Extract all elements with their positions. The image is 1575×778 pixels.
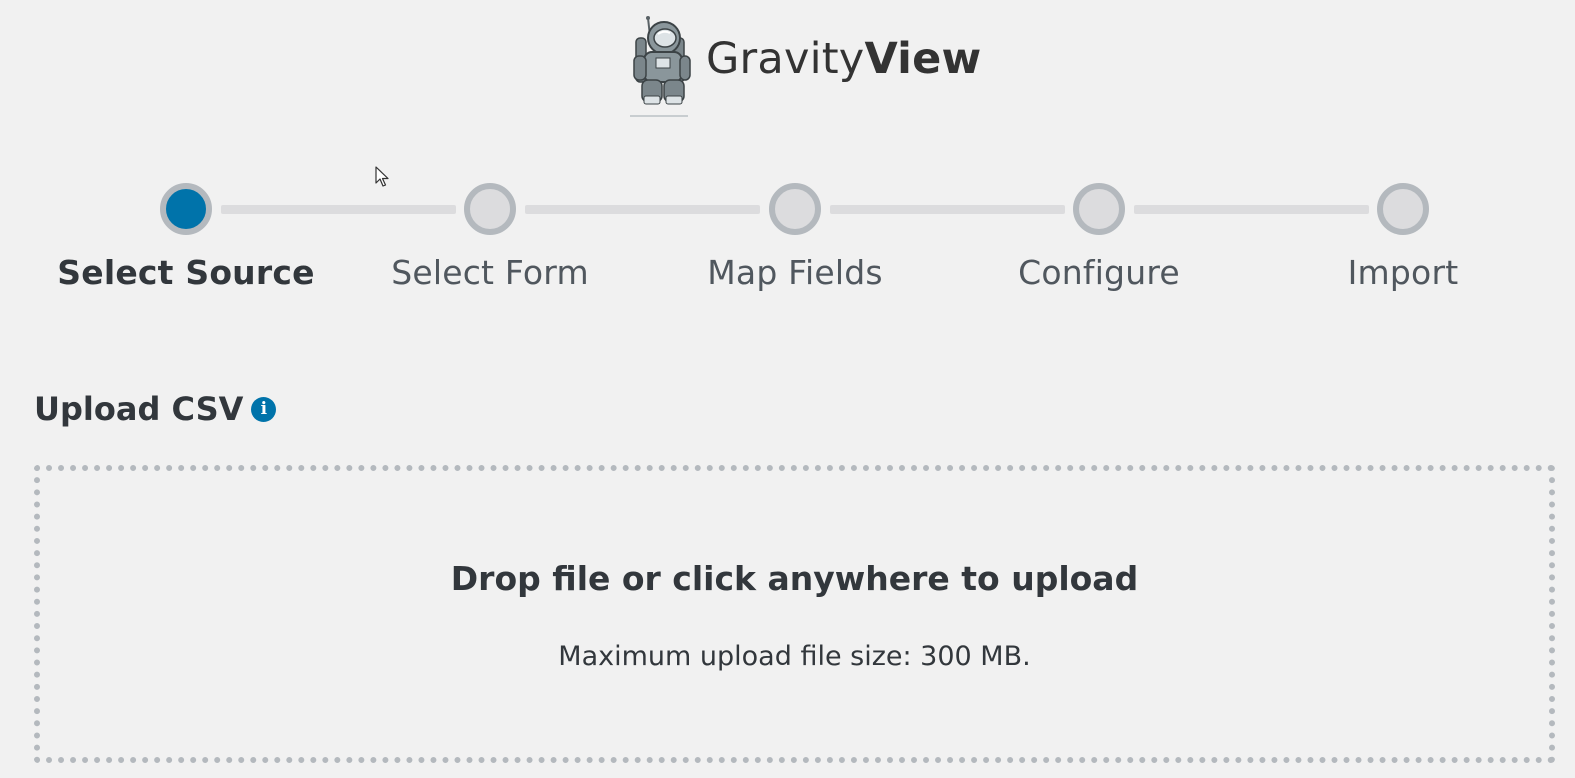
brand-name-bold: View [864, 34, 982, 84]
step-indicator [1073, 183, 1125, 235]
dropzone-title: Drop file or click anywhere to upload [450, 559, 1139, 598]
astronaut-logo-icon [628, 14, 692, 118]
step-label: Select Source [57, 253, 315, 292]
brand-name: GravityView [706, 38, 981, 81]
file-dropzone[interactable]: Drop file or click anywhere to upload Ma… [34, 465, 1555, 763]
step-indicator [464, 183, 516, 235]
step-import[interactable]: Import [1253, 180, 1553, 292]
brand-name-light: Gravity [706, 34, 865, 84]
step-configure[interactable]: Configure [949, 180, 1249, 292]
step-label: Map Fields [707, 253, 883, 292]
step-select-source[interactable]: Select Source [36, 180, 336, 292]
step-indicator [1377, 183, 1429, 235]
step-indicator-active [160, 183, 212, 235]
dropzone-max-size: Maximum upload file size: 300 MB. [558, 641, 1031, 672]
step-select-form[interactable]: Select Form [340, 180, 640, 292]
upload-csv-heading: Upload CSV i [34, 390, 277, 428]
step-label: Configure [1018, 253, 1180, 292]
step-label: Import [1347, 253, 1459, 292]
import-wizard-page: GravityView Select Source Select Form Ma… [0, 0, 1575, 778]
step-label: Select Form [391, 253, 589, 292]
mouse-cursor-icon [375, 166, 391, 188]
upload-csv-title: Upload CSV [34, 390, 244, 428]
step-indicator [769, 183, 821, 235]
gravityview-logo: GravityView [628, 14, 981, 118]
step-map-fields[interactable]: Map Fields [645, 180, 945, 292]
info-icon[interactable]: i [251, 396, 277, 422]
